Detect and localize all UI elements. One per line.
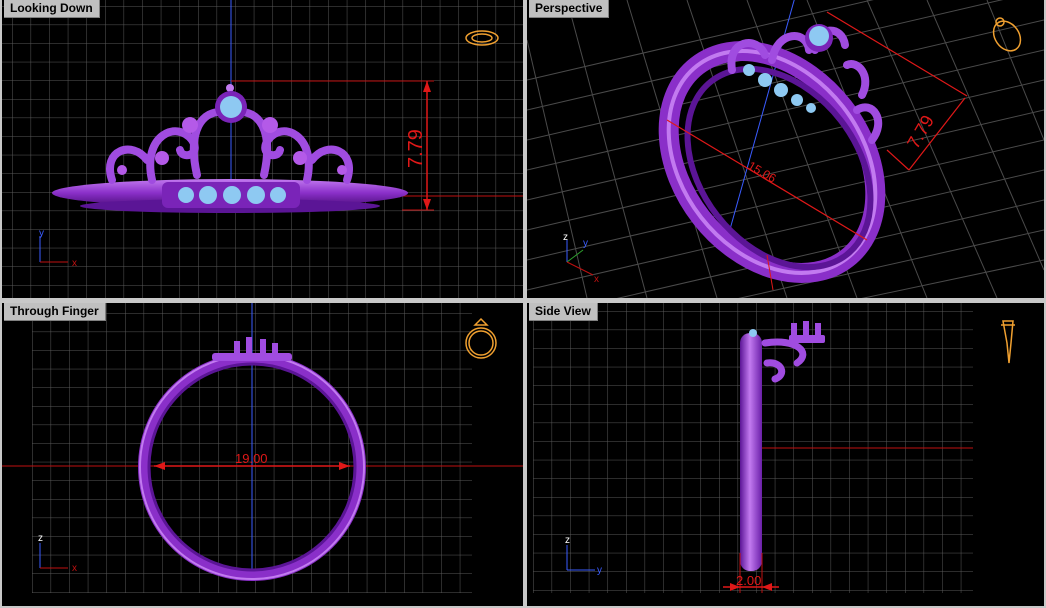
center-gem — [220, 96, 242, 118]
viewport-title[interactable]: Looking Down — [4, 0, 100, 18]
perspective-grid — [527, 0, 1044, 298]
viewport-looking-down[interactable]: Looking Down 7.79 y x — [2, 0, 523, 298]
side-view-canvas[interactable]: 2.00 z y — [527, 303, 1044, 606]
svg-text:z: z — [563, 232, 568, 243]
view-ring-icon[interactable] — [988, 16, 1026, 56]
viewport-title[interactable]: Through Finger — [4, 303, 106, 321]
view-ring-icon[interactable] — [1001, 320, 1015, 364]
svg-text:x: x — [594, 274, 599, 285]
dimension-label: 7.79 — [405, 129, 427, 168]
svg-text:z: z — [38, 533, 43, 544]
through-finger-canvas[interactable]: 19.00 z x — [2, 303, 523, 606]
center-gem — [809, 26, 829, 46]
looking-down-canvas[interactable]: 7.79 y x — [2, 0, 523, 298]
viewport-title[interactable]: Side View — [529, 303, 598, 321]
svg-text:y: y — [597, 565, 602, 576]
ring-shank — [740, 333, 762, 571]
dimension-label: 19.00 — [235, 451, 268, 466]
perspective-canvas[interactable]: 7.79 15.06 z y x — [527, 0, 1044, 298]
svg-text:y: y — [39, 228, 44, 239]
svg-text:y: y — [583, 238, 588, 249]
dimension-label: 2.00 — [736, 573, 761, 588]
viewport-title[interactable]: Perspective — [529, 0, 610, 18]
crown-prongs — [789, 321, 825, 343]
dimension-label-width: 15.06 — [746, 158, 779, 185]
gem-side — [749, 329, 757, 337]
svg-text:x: x — [72, 258, 77, 269]
dimension-label-height: 7.79 — [903, 112, 938, 152]
svg-text:x: x — [72, 563, 77, 574]
viewport-side-view[interactable]: Side View 2.00 z y — [527, 303, 1044, 606]
svg-text:z: z — [565, 535, 570, 546]
viewport-through-finger[interactable]: Through Finger 19.00 z x — [2, 303, 523, 606]
viewport-perspective[interactable]: Perspective 7.79 15.06 z y x — [527, 0, 1044, 298]
